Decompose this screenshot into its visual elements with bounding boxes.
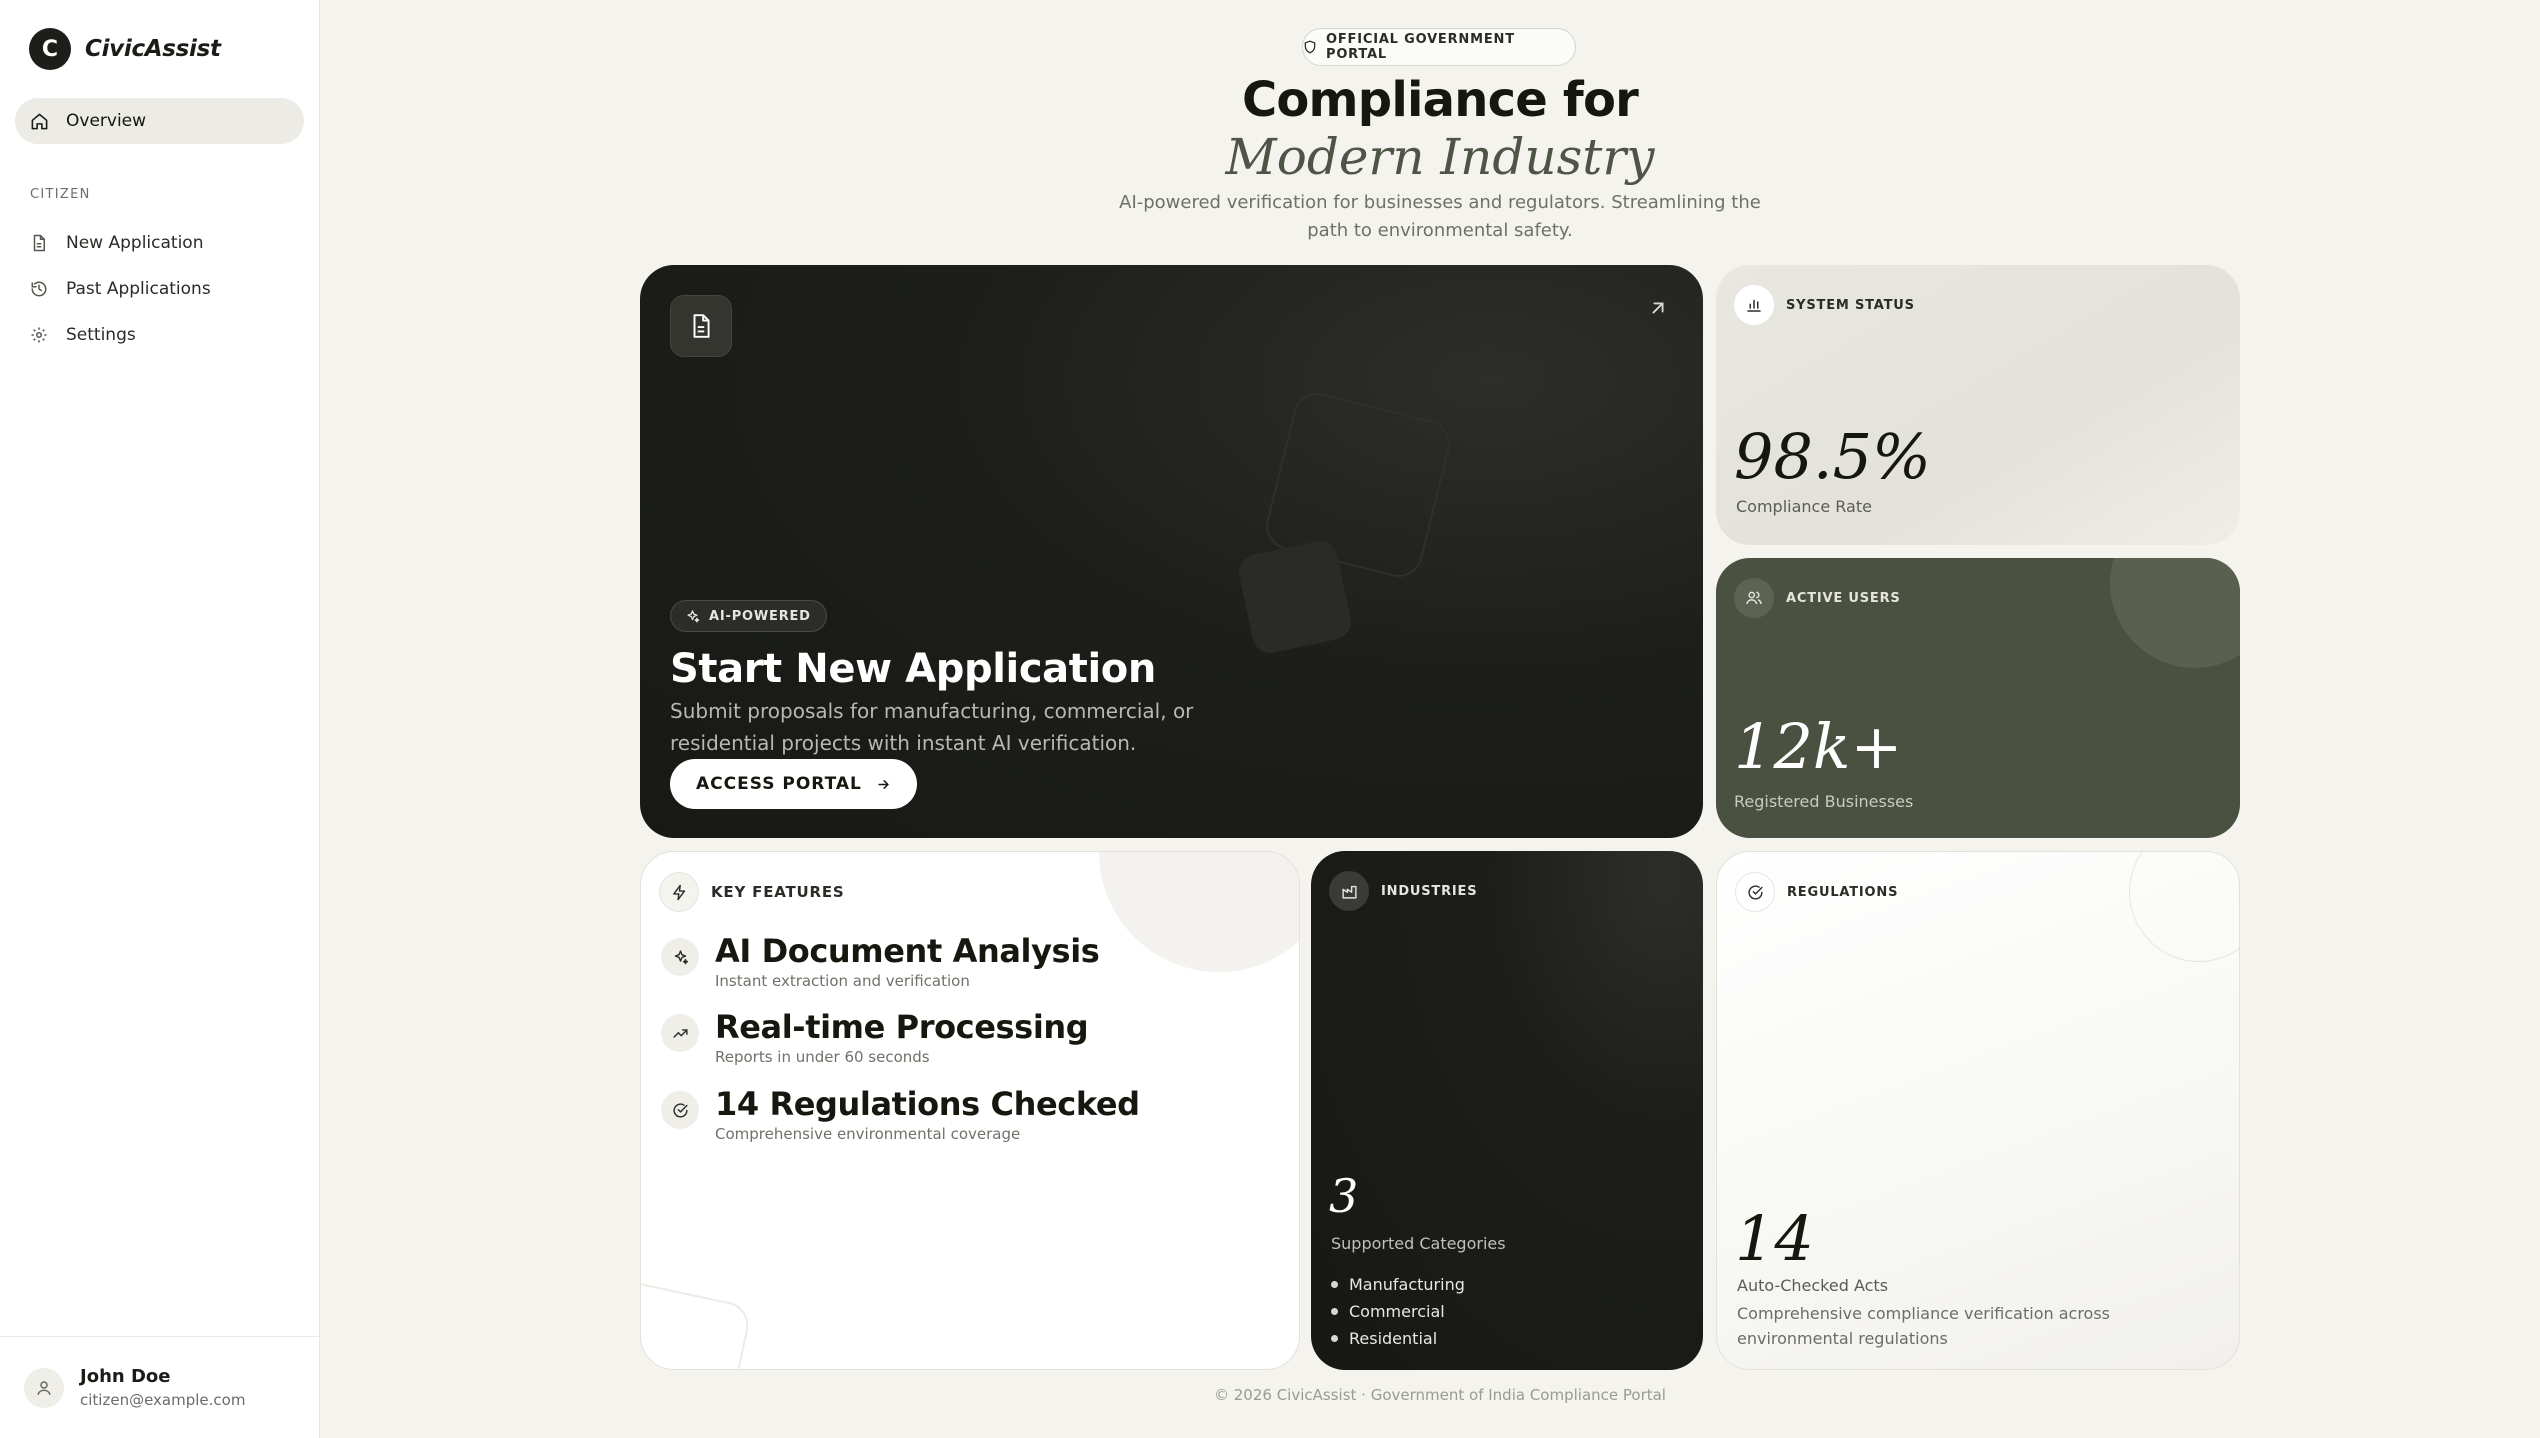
decorative-circle: [2110, 558, 2240, 668]
bullet-icon: [1331, 1335, 1338, 1342]
user-icon: [37, 1380, 51, 1395]
access-portal-button[interactable]: ACCESS PORTAL: [670, 759, 917, 809]
feature-title: 14 Regulations Checked: [715, 1085, 1140, 1123]
sidebar-item-label: Overview: [66, 111, 147, 131]
decorative-circle: [1099, 852, 1299, 972]
brand[interactable]: C CivicAssist: [29, 28, 221, 70]
gear-icon: [29, 325, 49, 345]
list-item: Commercial: [1331, 1298, 1465, 1325]
compliance-rate-caption: Compliance Rate: [1736, 497, 1872, 516]
industries-card: INDUSTRIES 3 Supported Categories Manufa…: [1311, 851, 1703, 1370]
ai-powered-tag: AI-POWERED: [670, 600, 827, 632]
user-profile[interactable]: John Doe citizen@example.com: [0, 1336, 320, 1438]
feature-subtitle: Reports in under 60 seconds: [715, 1048, 930, 1066]
sidebar-section-title: CITIZEN: [30, 187, 91, 202]
sidebar-item-new-application[interactable]: New Application: [15, 221, 304, 265]
lightning-icon: [659, 872, 699, 912]
sidebar-item-settings[interactable]: Settings: [15, 313, 304, 357]
feature-subtitle: Instant extraction and verification: [715, 972, 970, 990]
start-application-card[interactable]: AI-POWERED Start New Application Submit …: [640, 265, 1703, 838]
trending-up-icon: [661, 1014, 699, 1052]
compliance-rate-value: 98.5%: [1734, 420, 1931, 493]
page-title-italic: Modern Industry: [1225, 128, 1655, 186]
key-features-card: KEY FEATURES AI Document Analysis Instan…: [640, 851, 1300, 1370]
decorative-circle: [2129, 852, 2239, 962]
history-icon: [29, 279, 49, 299]
card-label: KEY FEATURES: [711, 883, 845, 901]
bullet-icon: [1331, 1281, 1338, 1288]
user-name: John Doe: [80, 1366, 171, 1387]
bar-chart-icon: [1734, 285, 1774, 325]
shield-icon: [1303, 40, 1317, 54]
tag-label: AI-POWERED: [709, 608, 811, 624]
regulations-card: REGULATIONS 14 Auto-Checked Acts Compreh…: [1716, 851, 2240, 1370]
page-subtitle: AI-powered verification for businesses a…: [1119, 192, 1761, 241]
sidebar-item-past-applications[interactable]: Past Applications: [15, 267, 304, 311]
official-badge: OFFICIAL GOVERNMENT PORTAL: [1302, 28, 1576, 66]
brand-name: CivicAssist: [85, 36, 221, 62]
supported-categories-caption: Supported Categories: [1331, 1234, 1506, 1253]
feature-title: Real-time Processing: [715, 1008, 1089, 1046]
feature-item: Real-time Processing Reports in under 60…: [661, 1008, 1089, 1066]
file-icon: [29, 233, 49, 253]
sidebar-item-label: Settings: [66, 325, 136, 345]
sidebar-item-label: New Application: [66, 233, 204, 253]
arrow-up-right-icon[interactable]: [1647, 297, 1669, 323]
sparkle-icon: [661, 938, 699, 976]
sidebar: C CivicAssist Overview CITIZEN New Appli…: [0, 0, 320, 1438]
page-title: Compliance for: [1241, 72, 1639, 128]
users-icon: [1734, 578, 1774, 618]
sidebar-item-overview[interactable]: Overview: [15, 98, 304, 144]
feature-item: 14 Regulations Checked Comprehensive env…: [661, 1085, 1140, 1143]
button-label: ACCESS PORTAL: [696, 774, 862, 794]
factory-icon: [1329, 871, 1369, 911]
feature-title: AI Document Analysis: [715, 932, 1100, 970]
hero-title: Start New Application: [670, 646, 1156, 692]
footer: © 2026 CivicAssist · Government of India…: [1214, 1386, 1666, 1404]
regulations-description: Comprehensive compliance verification ac…: [1737, 1304, 2111, 1348]
registered-businesses-caption: Registered Businesses: [1734, 792, 1914, 811]
feature-item: AI Document Analysis Instant extraction …: [661, 932, 1100, 990]
decorative-square: [1235, 537, 1355, 657]
sidebar-item-label: Past Applications: [66, 279, 211, 299]
list-item: Residential: [1331, 1325, 1465, 1352]
avatar: [24, 1367, 64, 1408]
feature-subtitle: Comprehensive environmental coverage: [715, 1125, 1021, 1143]
card-label: ACTIVE USERS: [1786, 590, 1901, 606]
auto-checked-acts-value: 14: [1735, 1202, 1814, 1275]
list-item: Manufacturing: [1331, 1271, 1465, 1298]
brand-logo: C: [29, 28, 71, 70]
document-icon: [670, 295, 732, 357]
active-users-card: ACTIVE USERS 12k+ Registered Businesses: [1716, 558, 2240, 838]
check-circle-icon: [661, 1091, 699, 1129]
card-label: SYSTEM STATUS: [1786, 297, 1915, 313]
card-label: REGULATIONS: [1787, 884, 1899, 900]
decorative-square: [641, 1273, 753, 1369]
auto-checked-acts-caption: Auto-Checked Acts: [1737, 1276, 1889, 1295]
arrow-right-icon: [876, 777, 891, 792]
supported-categories-value: 3: [1329, 1169, 1359, 1223]
home-icon: [29, 111, 49, 131]
hero-description: Submit proposals for manufacturing, comm…: [670, 699, 1194, 755]
check-circle-icon: [1735, 872, 1775, 912]
industry-list: Manufacturing Commercial Residential: [1331, 1271, 1465, 1352]
badge-label: OFFICIAL GOVERNMENT PORTAL: [1326, 32, 1515, 62]
sparkle-icon: [685, 609, 700, 624]
bullet-icon: [1331, 1308, 1338, 1315]
system-status-card: SYSTEM STATUS 98.5% Compliance Rate: [1716, 265, 2240, 545]
card-label: INDUSTRIES: [1381, 883, 1478, 899]
registered-businesses-value: 12k+: [1734, 710, 1903, 783]
user-email: citizen@example.com: [80, 1391, 246, 1409]
